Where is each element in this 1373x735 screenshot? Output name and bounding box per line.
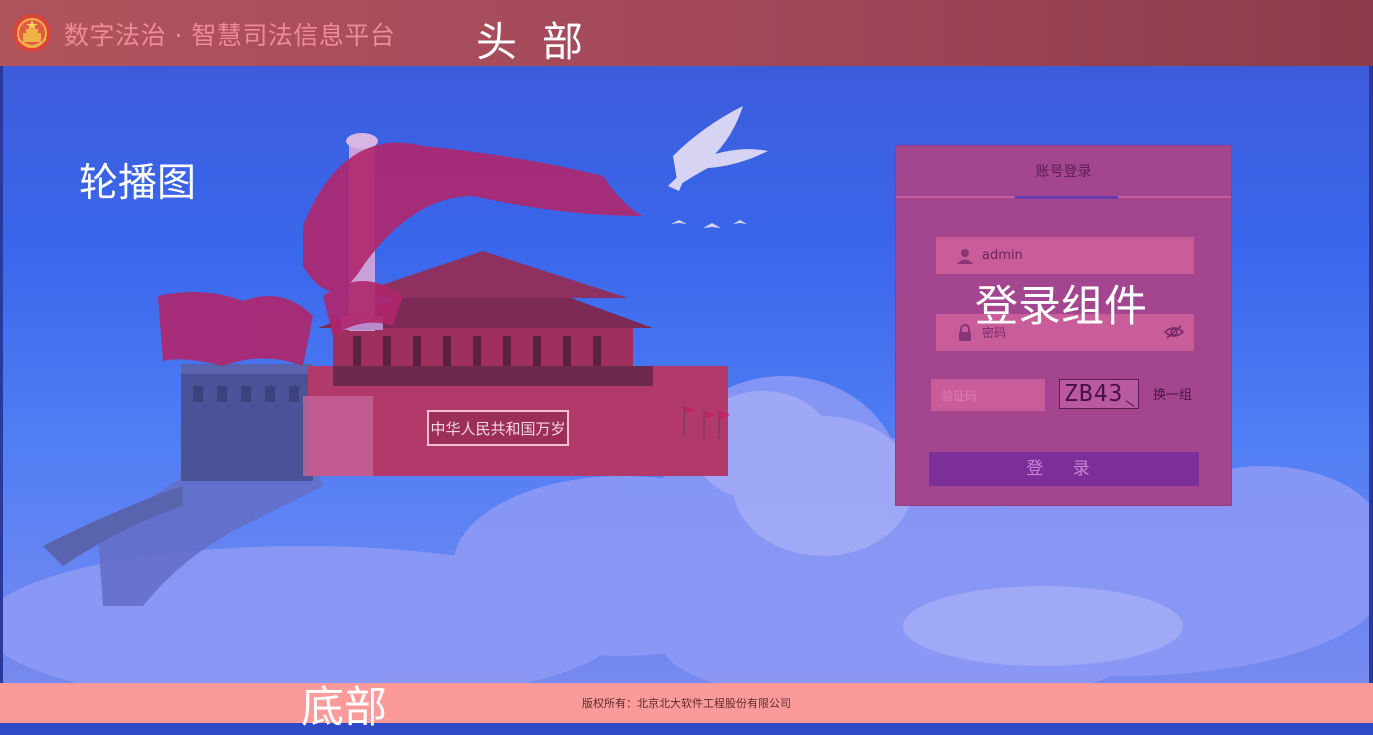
- stage-right-edge: [1369, 66, 1373, 683]
- user-icon: [957, 248, 973, 264]
- username-value: admin: [982, 248, 1023, 263]
- copyright-text: 版权所有：北京北大软件工程股份有限公司: [582, 697, 791, 710]
- captcha-input[interactable]: 验证码: [931, 379, 1045, 411]
- login-annotation: 登录组件: [975, 282, 1147, 332]
- login-button[interactable]: 登 录: [929, 452, 1199, 486]
- tab-active-indicator: [1015, 196, 1118, 199]
- gate-banner-text: 中华人民共和国万岁: [430, 420, 565, 438]
- footer-bar: 版权所有：北京北大软件工程股份有限公司: [0, 683, 1373, 723]
- header-bar: 数字法治 · 智慧司法信息平台 头 部: [0, 0, 1373, 66]
- footer-annotation: 底部: [301, 683, 387, 733]
- captcha-image[interactable]: ZB43: [1059, 379, 1139, 409]
- refresh-captcha-link[interactable]: 换一组: [1153, 384, 1192, 403]
- doves: [668, 106, 768, 228]
- site-title: 数字法治 · 智慧司法信息平台: [64, 21, 396, 50]
- captcha-noise-line: [1125, 400, 1135, 407]
- national-emblem-icon: [13, 14, 51, 52]
- username-field[interactable]: admin: [936, 237, 1194, 274]
- carousel-annotation: 轮播图: [79, 161, 197, 206]
- tab-account-login[interactable]: 账号登录: [896, 146, 1231, 198]
- lock-icon: [959, 323, 971, 341]
- captcha-placeholder: 验证码: [941, 388, 978, 403]
- eye-hidden-icon[interactable]: [1164, 324, 1184, 340]
- captcha-text: ZB43: [1064, 381, 1124, 407]
- header-annotation: 头 部: [476, 18, 590, 66]
